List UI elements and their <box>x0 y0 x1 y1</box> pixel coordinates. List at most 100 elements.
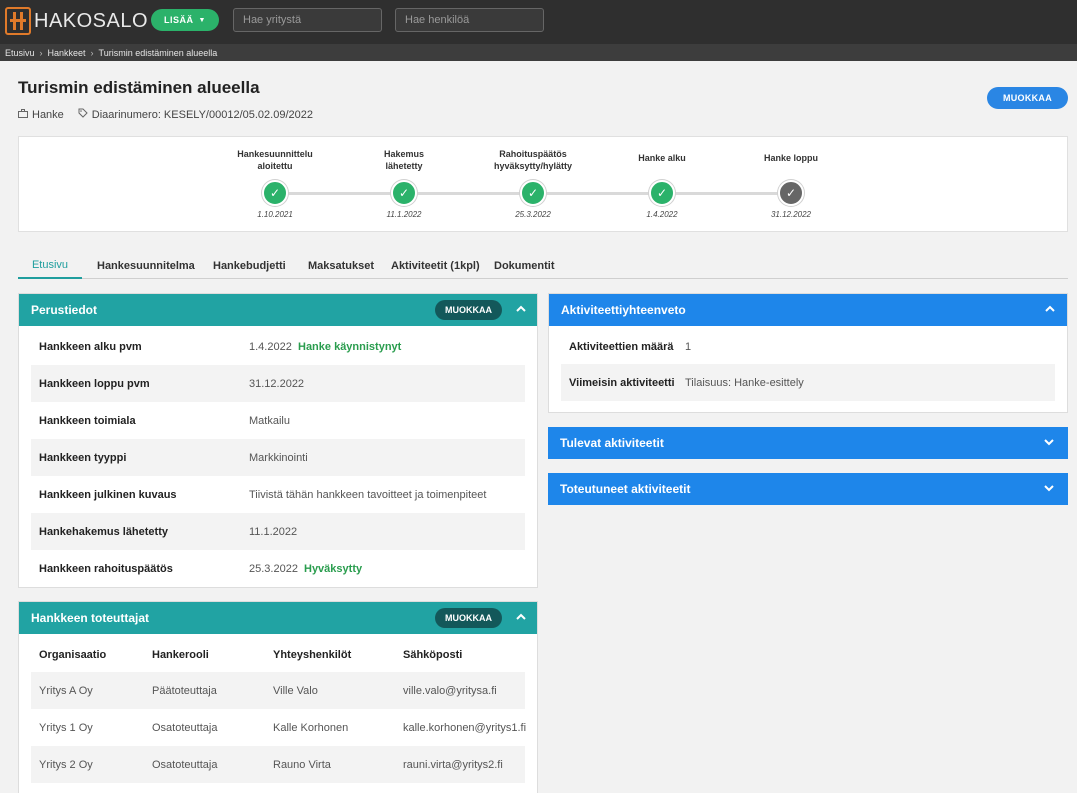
timeline-step-label: Hanke alku <box>638 153 686 163</box>
info-key: Hankkeen tyyppi <box>39 451 127 464</box>
info-value: 11.1.2022 <box>249 525 298 538</box>
breadcrumb: Etusivu › Hankkeet › Turismin edistämine… <box>0 44 1077 61</box>
timeline-step-date: 25.3.2022 <box>515 210 551 219</box>
add-button-label: LISÄÄ <box>164 15 194 25</box>
summary-key: Aktiviteettien määrä <box>569 340 674 353</box>
chevron-up-icon[interactable] <box>514 610 528 624</box>
info-row: Hankehakemus lähetetty 11.1.2022 <box>31 513 525 550</box>
add-button[interactable]: LISÄÄ ▼ <box>151 9 219 31</box>
page-title: Turismin edistäminen alueella <box>18 78 260 97</box>
tab-home[interactable]: Etusivu <box>18 253 82 279</box>
tab-payments[interactable]: Maksatukset <box>308 253 374 279</box>
person-search-input[interactable] <box>395 8 544 32</box>
table-row: Yritys A Oy Päätoteuttaja Ville Valo vil… <box>31 672 525 709</box>
breadcrumb-separator-icon: › <box>90 47 94 58</box>
table-header-row: Organisaatio Hankerooli Yhteyshenkilöt S… <box>31 636 525 673</box>
basic-info-header[interactable]: Perustiedot MUOKKAA <box>19 294 537 326</box>
info-key: Hankkeen rahoituspäätös <box>39 562 173 575</box>
latest-activity-link[interactable]: Tilaisuus: Hanke-esittely <box>685 377 804 389</box>
implementers-panel: Hankkeen toteuttajat MUOKKAA Organisaati… <box>18 601 538 793</box>
edit-implementers-button[interactable]: MUOKKAA <box>435 608 502 628</box>
caret-down-icon: ▼ <box>198 16 206 24</box>
status-badge: Hanke käynnistynyt <box>298 340 402 353</box>
chevron-up-icon[interactable] <box>1043 302 1057 316</box>
check-icon: ✓ <box>520 180 546 206</box>
tab-bar: Etusivu Hankesuunnitelma Hankebudjetti M… <box>18 253 1068 279</box>
breadcrumb-item-home[interactable]: Etusivu <box>5 48 35 58</box>
column-header-contacts: Yhteyshenkilöt <box>273 648 352 661</box>
chevron-down-icon[interactable] <box>1042 435 1056 449</box>
edit-project-button[interactable]: MUOKKAA <box>987 87 1068 109</box>
info-value: Matkailu <box>249 414 290 427</box>
activity-summary-title: Aktiviteettiyhteenveto <box>561 303 686 317</box>
edit-basic-info-button[interactable]: MUOKKAA <box>435 300 502 320</box>
tab-project-budget[interactable]: Hankebudjetti <box>213 253 286 279</box>
brand-name: HAKOSALO <box>34 9 149 32</box>
basic-info-title: Perustiedot <box>31 303 98 317</box>
check-icon: ✓ <box>391 180 417 206</box>
activity-summary-header[interactable]: Aktiviteettiyhteenveto <box>549 294 1067 326</box>
completed-activities-header[interactable]: Toteutuneet aktiviteetit <box>548 473 1068 505</box>
basic-info-panel: Perustiedot MUOKKAA Hankkeen alku pvm 1.… <box>18 293 538 588</box>
upcoming-activities-panel: Tulevat aktiviteetit <box>548 427 1068 459</box>
check-icon: ✓ <box>778 180 804 206</box>
upcoming-activities-header[interactable]: Tulevat aktiviteetit <box>548 427 1068 459</box>
implementers-title: Hankkeen toteuttajat <box>31 611 150 625</box>
timeline-step-date: 1.10.2021 <box>257 210 293 219</box>
completed-activities-panel: Toteutuneet aktiviteetit <box>548 473 1068 505</box>
check-icon: ✓ <box>649 180 675 206</box>
implementers-header[interactable]: Hankkeen toteuttajat MUOKKAA <box>19 602 537 634</box>
tab-activities[interactable]: Aktiviteetit (1kpl) <box>391 253 480 279</box>
chevron-down-icon[interactable] <box>1042 481 1056 495</box>
summary-row: Viimeisin aktiviteetti Tilaisuus: Hanke-… <box>561 364 1055 401</box>
breadcrumb-item-projects[interactable]: Hankkeet <box>48 48 86 58</box>
briefcase-icon <box>18 108 28 121</box>
breadcrumb-separator-icon: › <box>39 47 43 58</box>
timeline-step-label: Hankesuunnittelu aloitettu <box>237 149 313 171</box>
email-cell: kalle.korhonen@yritys1.fi <box>403 721 527 734</box>
column-header-organization: Organisaatio <box>39 648 107 661</box>
email-cell: ville.valo@yritysa.fi <box>403 684 497 697</box>
organization-link[interactable]: Yritys A Oy <box>39 685 93 697</box>
info-row: Hankkeen toimiala Matkailu <box>31 402 525 439</box>
project-timeline: Hankesuunnittelu aloitettu ✓ 1.10.2021 H… <box>18 136 1068 232</box>
role-cell: Osatoteuttaja <box>152 758 218 771</box>
contact-cell: Ville Valo <box>273 684 318 697</box>
info-row: Hankkeen alku pvm 1.4.2022 Hanke käynnis… <box>31 328 525 365</box>
summary-row: Aktiviteettien määrä 1 <box>561 328 1055 365</box>
activity-count: 1 <box>685 340 692 353</box>
organization-link[interactable]: Yritys 2 Oy <box>39 759 93 771</box>
timeline-step-label: Rahoituspäätös hyväksytty/hylätty <box>494 149 573 171</box>
info-value: 31.12.2022 <box>249 377 305 390</box>
status-badge: Hyväksytty <box>304 562 363 575</box>
contact-cell: Kalle Korhonen <box>273 721 349 734</box>
timeline-step-label: Hanke loppu <box>763 153 818 163</box>
company-search-input[interactable] <box>233 8 382 32</box>
top-bar: HAKOSALO LISÄÄ ▼ <box>0 0 1077 44</box>
info-value: Markkinointi <box>249 451 308 464</box>
brand-logo[interactable]: HAKOSALO <box>5 6 148 36</box>
organization-link[interactable]: Yritys 1 Oy <box>39 722 93 734</box>
info-key: Hankkeen julkinen kuvaus <box>39 488 177 501</box>
tab-documents[interactable]: Dokumentit <box>494 253 555 279</box>
upcoming-activities-title: Tulevat aktiviteetit <box>560 436 664 450</box>
info-key: Hankkeen alku pvm <box>39 340 142 353</box>
info-value: Tiivistä tähän hankkeen tavoitteet ja to… <box>249 488 487 501</box>
table-row: Yritys 2 Oy Osatoteuttaja Rauno Virta ra… <box>31 746 525 783</box>
info-value: 1.4.2022 <box>249 340 292 353</box>
project-type: Hanke <box>32 108 64 121</box>
completed-activities-title: Toteutuneet aktiviteetit <box>560 482 691 496</box>
column-header-email: Sähköposti <box>403 648 463 661</box>
info-key: Hankkeen toimiala <box>39 414 136 427</box>
tab-project-plan[interactable]: Hankesuunnitelma <box>97 253 195 279</box>
info-value: 25.3.2022 <box>249 562 298 575</box>
activity-summary-panel: Aktiviteettiyhteenveto Aktiviteettien mä… <box>548 293 1068 413</box>
summary-key: Viimeisin aktiviteetti <box>569 376 675 389</box>
info-row: Hankkeen tyyppi Markkinointi <box>31 439 525 476</box>
info-row: Hankkeen rahoituspäätös 25.3.2022 Hyväks… <box>31 550 525 587</box>
record-number: Diaarinumero: KESELY/00012/05.02.09/2022 <box>91 108 313 121</box>
timeline-step-date: 31.12.2022 <box>770 210 812 219</box>
info-row: Hankkeen julkinen kuvaus Tiivistä tähän … <box>31 476 525 513</box>
logo-mark-icon <box>5 7 31 35</box>
chevron-up-icon[interactable] <box>514 302 528 316</box>
